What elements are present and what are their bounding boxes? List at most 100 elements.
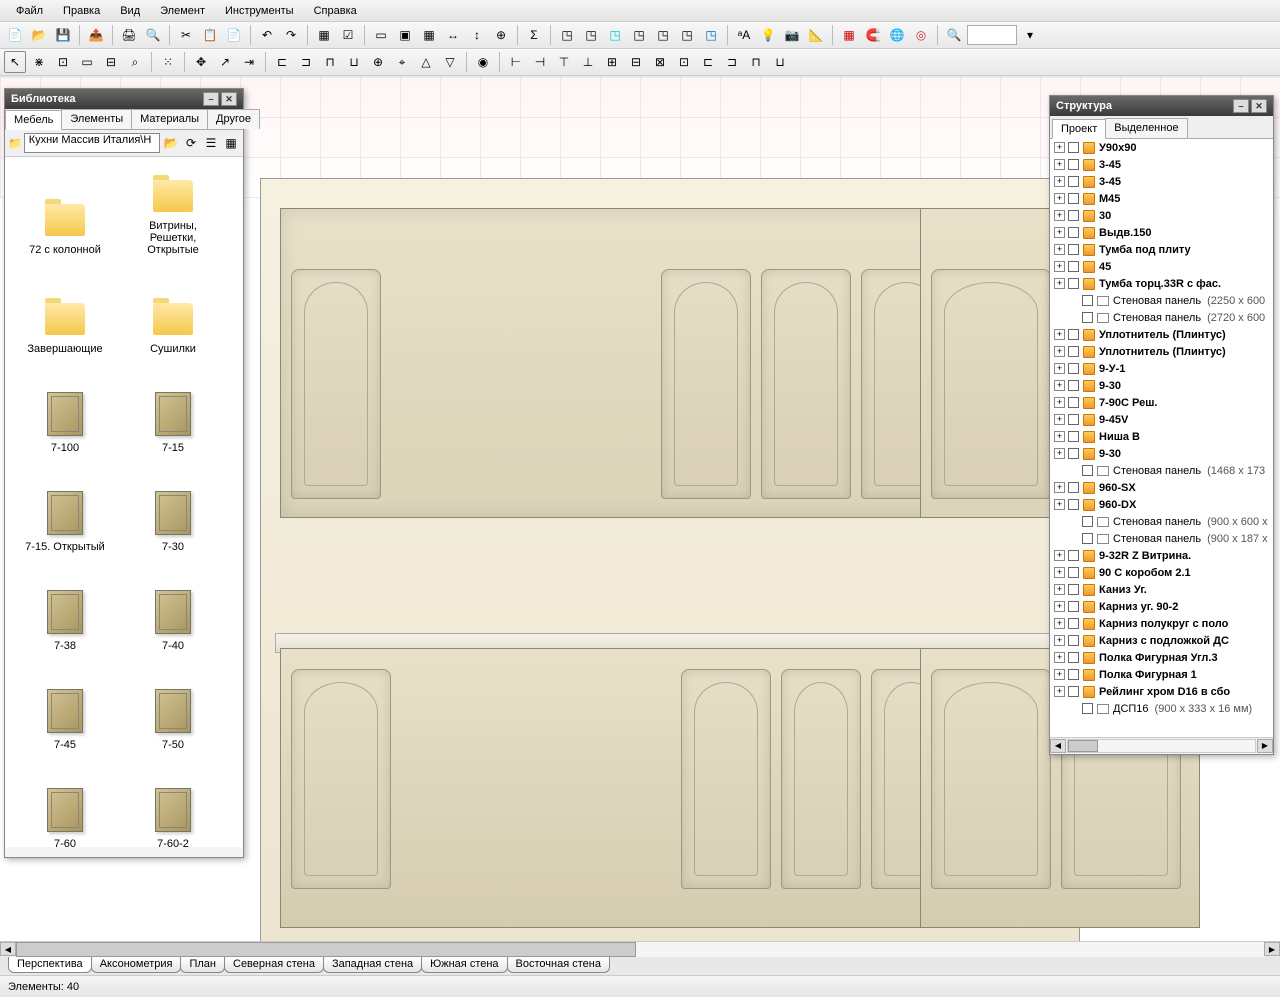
tree-row[interactable]: +30: [1050, 207, 1273, 224]
tree-row[interactable]: +3-45: [1050, 173, 1273, 190]
refresh-button[interactable]: ⟳: [182, 134, 200, 152]
checkbox[interactable]: [1068, 567, 1079, 578]
box6-button[interactable]: ◳: [676, 24, 698, 46]
checkbox[interactable]: [1068, 618, 1079, 629]
library-path-combo[interactable]: Кухни Массив Италия\Н: [24, 133, 160, 153]
dim3-button[interactable]: ⊤: [553, 51, 575, 73]
close-icon[interactable]: ✕: [221, 92, 237, 106]
tree-row[interactable]: +Полка Фигурная 1: [1050, 666, 1273, 683]
dim7-button[interactable]: ⊠: [649, 51, 671, 73]
tab-furniture[interactable]: Мебель: [5, 110, 62, 130]
expand-icon[interactable]: +: [1054, 567, 1065, 578]
library-item[interactable]: Завершающие: [13, 264, 117, 359]
checkbox[interactable]: [1068, 142, 1079, 153]
tree-row[interactable]: Стеновая панель(2720 x 600: [1050, 309, 1273, 326]
tree-row[interactable]: +7-90С Реш.: [1050, 394, 1273, 411]
expand-icon[interactable]: +: [1054, 363, 1065, 374]
expand-icon[interactable]: +: [1054, 176, 1065, 187]
checkbox[interactable]: [1068, 669, 1079, 680]
scroll-left-icon[interactable]: ◀: [1050, 739, 1066, 753]
checkbox[interactable]: [1068, 227, 1079, 238]
text-button[interactable]: ᵃA: [733, 24, 755, 46]
scroll-right-icon[interactable]: ▶: [1264, 942, 1280, 956]
checkbox[interactable]: [1068, 482, 1079, 493]
expand-icon[interactable]: +: [1054, 431, 1065, 442]
dim5-button[interactable]: ⊞: [601, 51, 623, 73]
scroll-right-icon[interactable]: ▶: [1257, 739, 1273, 753]
snap3-button[interactable]: ▭: [76, 51, 98, 73]
library-item[interactable]: 7-30: [121, 462, 225, 557]
snap1-button[interactable]: ⋇: [28, 51, 50, 73]
tree-row[interactable]: +9-32R Z Витрина.: [1050, 547, 1273, 564]
tree-row[interactable]: Стеновая панель(900 x 187 x: [1050, 530, 1273, 547]
save-button[interactable]: 💾: [52, 24, 74, 46]
minimize-icon[interactable]: –: [203, 92, 219, 106]
box1-button[interactable]: ◳: [556, 24, 578, 46]
view5-button[interactable]: ↕: [466, 24, 488, 46]
scroll-left-icon[interactable]: ◀: [0, 942, 16, 956]
bulb-button[interactable]: 💡: [757, 24, 779, 46]
library-item[interactable]: 7-60-2: [121, 759, 225, 847]
tree-row[interactable]: +Каниз Уг.: [1050, 581, 1273, 598]
checkbox[interactable]: [1082, 703, 1093, 714]
box4-button[interactable]: ◳: [628, 24, 650, 46]
menu-element[interactable]: Элемент: [152, 2, 213, 20]
box5-button[interactable]: ◳: [652, 24, 674, 46]
undo-button[interactable]: ↶: [256, 24, 278, 46]
expand-icon[interactable]: +: [1054, 499, 1065, 510]
snap5-button[interactable]: ⌕: [124, 51, 146, 73]
checkbox[interactable]: [1068, 244, 1079, 255]
tree-row[interactable]: +9-У-1: [1050, 360, 1273, 377]
tree-row[interactable]: Стеновая панель(1468 x 173: [1050, 462, 1273, 479]
menu-edit[interactable]: Правка: [55, 2, 108, 20]
expand-icon[interactable]: +: [1054, 448, 1065, 459]
tree-row[interactable]: +960-DX: [1050, 496, 1273, 513]
expand-icon[interactable]: +: [1054, 210, 1065, 221]
up-folder-button[interactable]: 📂: [162, 134, 180, 152]
tree-row[interactable]: ДСП16(900 x 333 x 16 мм): [1050, 700, 1273, 717]
tree-row[interactable]: +9-30: [1050, 377, 1273, 394]
structure-tree[interactable]: +У90х90+3-45+3-45+М45+30+Выдв.150+Тумба …: [1050, 139, 1273, 737]
dim11-button[interactable]: ⊓: [745, 51, 767, 73]
measure-button[interactable]: 📐: [805, 24, 827, 46]
tree-row[interactable]: +Тумба под плиту: [1050, 241, 1273, 258]
tree-row[interactable]: +Карниз с подложкой ДС: [1050, 632, 1273, 649]
view-tab[interactable]: Северная стена: [224, 957, 324, 973]
expand-icon[interactable]: +: [1054, 686, 1065, 697]
expand-icon[interactable]: +: [1054, 244, 1065, 255]
checkbox[interactable]: [1068, 686, 1079, 697]
library-item[interactable]: 7-38: [13, 561, 117, 656]
dim8-button[interactable]: ⊡: [673, 51, 695, 73]
view-tab[interactable]: Аксонометрия: [91, 957, 182, 973]
expand-icon[interactable]: +: [1054, 550, 1065, 561]
tree-row[interactable]: +Карниз уг. 90-2: [1050, 598, 1273, 615]
align4-button[interactable]: ⊔: [343, 51, 365, 73]
align8-button[interactable]: ▽: [439, 51, 461, 73]
preview-button[interactable]: 🔍: [142, 24, 164, 46]
checkbox[interactable]: [1068, 652, 1079, 663]
expand-icon[interactable]: +: [1054, 227, 1065, 238]
dim10-button[interactable]: ⊐: [721, 51, 743, 73]
view3-button[interactable]: ▦: [418, 24, 440, 46]
expand-icon[interactable]: +: [1054, 380, 1065, 391]
tab-materials[interactable]: Материалы: [131, 109, 208, 129]
expand-icon[interactable]: +: [1054, 414, 1065, 425]
menu-view[interactable]: Вид: [112, 2, 148, 20]
library-item[interactable]: 7-45: [13, 660, 117, 755]
expand-icon[interactable]: +: [1054, 669, 1065, 680]
expand-icon[interactable]: +: [1054, 482, 1065, 493]
move3-button[interactable]: ⇥: [238, 51, 260, 73]
tab-other[interactable]: Другое: [207, 109, 260, 129]
structure-hscroll[interactable]: ◀ ▶: [1050, 737, 1273, 753]
sum-button[interactable]: Σ: [523, 24, 545, 46]
tab-elements[interactable]: Элементы: [61, 109, 132, 129]
align6-button[interactable]: ⌖: [391, 51, 413, 73]
checkbox[interactable]: [1068, 601, 1079, 612]
view1-button[interactable]: ▭: [370, 24, 392, 46]
dim12-button[interactable]: ⊔: [769, 51, 791, 73]
view4-button[interactable]: ↔: [442, 24, 464, 46]
box3-button[interactable]: ◳: [604, 24, 626, 46]
globe-button[interactable]: 🌐: [886, 24, 908, 46]
expand-icon[interactable]: +: [1054, 278, 1065, 289]
dim2-button[interactable]: ⊣: [529, 51, 551, 73]
